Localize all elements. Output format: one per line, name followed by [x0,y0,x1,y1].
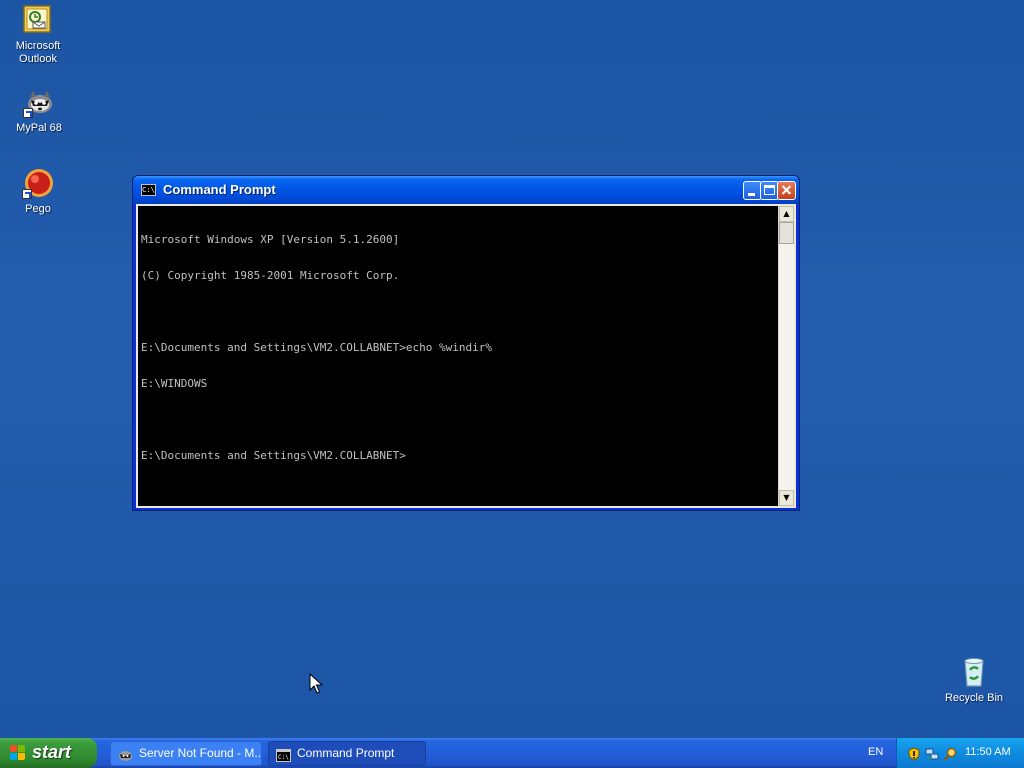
taskbar: start Server Not Found - M... C:\ Comman… [0,738,1024,768]
shortcut-arrow-icon [23,108,33,118]
taskbar-item-label: Command Prompt [297,746,395,760]
command-prompt-window[interactable]: C:\ Command Prompt Microsoft Windows XP … [132,175,800,511]
desktop-icon-label: MyPal 68 [16,122,62,134]
console-line: E:\Documents and Settings\VM2.COLLABNET>… [141,341,492,354]
desktop-icon-label: Outlook [19,53,57,65]
console-line: Microsoft Windows XP [Version 5.1.2600] [141,233,400,246]
mypal-raccoon-icon [118,747,133,761]
desktop-icon-label: Recycle Bin [944,692,1004,704]
system-tray: 11:50 AM [896,738,1024,768]
desktop-icon-outlook[interactable]: Microsoft Outlook [0,4,76,66]
start-button[interactable]: start [0,738,97,768]
taskbar-item-command-prompt[interactable]: C:\ Command Prompt [268,741,426,766]
console-prompt-line: E:\Documents and Settings\VM2.COLLABNET> [141,449,406,462]
scroll-up-button[interactable]: ▲ [779,206,794,222]
search-icon[interactable] [943,746,957,761]
cmd-icon: C:\ [141,184,156,196]
desktop-icon-label: Microsoft [15,40,61,52]
taskbar-item-mypal[interactable]: Server Not Found - M... [110,741,262,766]
mouse-cursor-icon [309,672,324,695]
console-line: E:\WINDOWS [141,377,208,390]
scroll-thumb[interactable] [779,222,794,244]
desktop-icon-recycle-bin[interactable]: Recycle Bin [936,656,1012,705]
desktop-icon-pego[interactable]: Pego [0,167,76,216]
network-icon[interactable] [925,746,939,760]
window-titlebar[interactable]: C:\ Command Prompt [133,176,799,204]
close-button[interactable] [777,181,796,200]
console-output[interactable]: Microsoft Windows XP [Version 5.1.2600] … [138,206,778,506]
window-title: Command Prompt [163,182,276,197]
vertical-scrollbar[interactable]: ▲ ▼ [778,206,794,506]
outlook-icon [22,4,54,36]
console-line: (C) Copyright 1985-2001 Microsoft Corp. [141,269,400,282]
taskbar-item-label: Server Not Found - M... [139,746,262,760]
svg-text:C:\: C:\ [278,754,289,761]
cmd-icon: C:\ [276,747,291,762]
security-shield-icon[interactable] [907,746,921,761]
desktop-icon-label: Pego [25,203,51,215]
pego-red-ball-icon [22,167,54,199]
windows-logo-icon [10,745,26,761]
mypal-raccoon-icon [23,86,55,118]
language-indicator[interactable]: EN [868,746,883,758]
desktop-icon-mypal[interactable]: MyPal 68 [1,86,77,135]
clock[interactable]: 11:50 AM [965,746,1011,758]
window-body: Microsoft Windows XP [Version 5.1.2600] … [136,204,796,508]
shortcut-arrow-icon [22,189,32,199]
recycle-bin-icon [958,656,990,688]
start-label: start [32,742,72,762]
scroll-down-button[interactable]: ▼ [779,490,794,506]
